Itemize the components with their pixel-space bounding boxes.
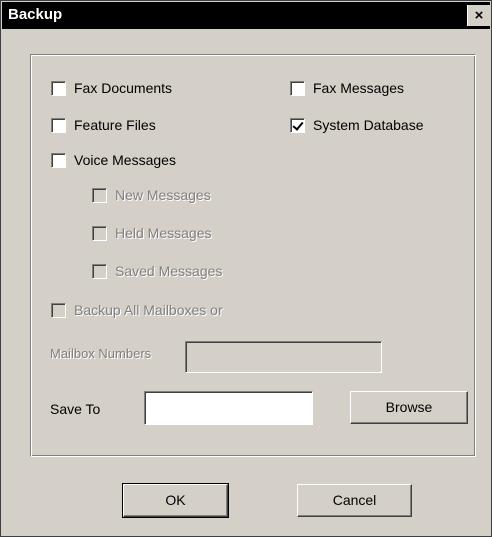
cancel-button-label: Cancel bbox=[332, 492, 377, 508]
mailbox-numbers-input[interactable] bbox=[185, 341, 382, 373]
new-messages-label: New Messages bbox=[115, 187, 211, 203]
fax-messages-box[interactable] bbox=[290, 80, 305, 96]
system-database-checkbox[interactable]: System Database bbox=[290, 117, 424, 133]
fax-messages-label: Fax Messages bbox=[313, 80, 405, 96]
backup-all-mailboxes-checkbox[interactable]: Backup All Mailboxes or bbox=[51, 302, 223, 318]
feature-files-box[interactable] bbox=[51, 117, 66, 133]
saved-messages-box[interactable] bbox=[92, 263, 107, 279]
held-messages-box[interactable] bbox=[92, 225, 107, 241]
feature-files-checkbox[interactable]: Feature Files bbox=[51, 117, 156, 133]
dialog-title: Backup bbox=[8, 6, 63, 23]
ok-button[interactable]: OK bbox=[122, 483, 229, 518]
new-messages-checkbox[interactable]: New Messages bbox=[92, 187, 211, 203]
backup-all-mailboxes-box[interactable] bbox=[51, 302, 66, 318]
ok-button-label: OK bbox=[165, 492, 186, 508]
browse-button[interactable]: Browse bbox=[350, 391, 468, 424]
new-messages-box[interactable] bbox=[92, 187, 107, 203]
close-button[interactable]: × bbox=[467, 5, 490, 26]
held-messages-label: Held Messages bbox=[115, 225, 212, 241]
fax-messages-checkbox[interactable]: Fax Messages bbox=[290, 80, 404, 96]
voice-messages-box[interactable] bbox=[51, 152, 66, 168]
voice-messages-label: Voice Messages bbox=[74, 152, 176, 168]
save-to-input[interactable] bbox=[144, 391, 313, 425]
cancel-button[interactable]: Cancel bbox=[297, 484, 412, 517]
saved-messages-checkbox[interactable]: Saved Messages bbox=[92, 263, 222, 279]
fax-documents-label: Fax Documents bbox=[74, 80, 173, 96]
fax-documents-box[interactable] bbox=[51, 80, 66, 96]
saved-messages-label: Saved Messages bbox=[115, 263, 223, 279]
backup-all-mailboxes-label: Backup All Mailboxes or bbox=[74, 302, 223, 318]
browse-button-label: Browse bbox=[385, 399, 433, 415]
feature-files-label: Feature Files bbox=[74, 117, 156, 133]
save-to-label: Save To bbox=[50, 401, 101, 417]
voice-messages-checkbox[interactable]: Voice Messages bbox=[51, 152, 176, 168]
system-database-box[interactable] bbox=[290, 117, 305, 133]
fax-documents-checkbox[interactable]: Fax Documents bbox=[51, 80, 172, 96]
mailbox-numbers-label: Mailbox Numbers bbox=[50, 346, 152, 361]
system-database-label: System Database bbox=[313, 117, 424, 133]
held-messages-checkbox[interactable]: Held Messages bbox=[92, 225, 212, 241]
backup-dialog: Backup × Fax Documents Feature Files Voi… bbox=[0, 0, 492, 537]
close-icon: × bbox=[474, 7, 484, 24]
title-bar[interactable]: Backup × bbox=[2, 2, 490, 29]
